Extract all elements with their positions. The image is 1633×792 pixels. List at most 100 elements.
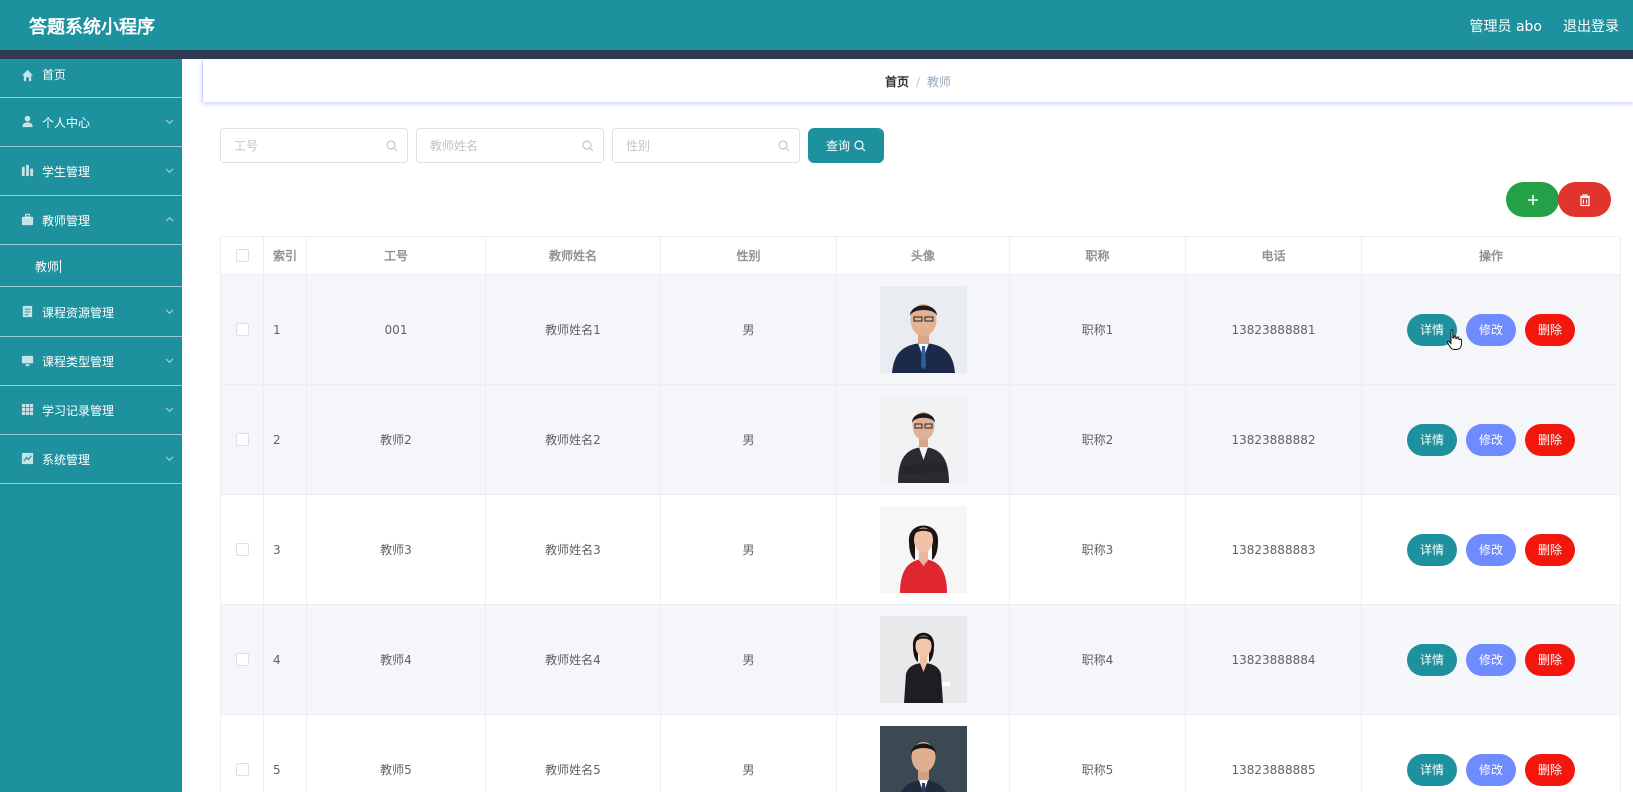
sidebar-item-system[interactable]: 系统管理 (0, 435, 182, 484)
search-field-gender[interactable] (612, 128, 800, 163)
cell-id: 教师4 (307, 605, 486, 714)
avatar[interactable] (879, 616, 967, 703)
header-select-cell (221, 237, 264, 274)
detail-button[interactable]: 详情 (1407, 533, 1457, 566)
teacher-table: 索引 工号 教师姓名 性别 头像 职称 电话 操作 1 001 教师姓名1 男 … (220, 236, 1621, 792)
home-icon (21, 69, 34, 82)
cell-title: 职称1 (1010, 275, 1186, 384)
search-field-id[interactable] (220, 128, 408, 163)
table-row: 4 教师4 教师姓名4 男 职称4 13823888884 详情 修改 删除 (221, 605, 1621, 715)
row-checkbox[interactable] (235, 763, 249, 776)
chart-bar-icon (21, 164, 34, 177)
edit-button[interactable]: 修改 (1466, 753, 1516, 786)
cell-id: 教师3 (307, 495, 486, 604)
row-checkbox[interactable] (235, 433, 249, 446)
delete-button[interactable]: 删除 (1525, 643, 1575, 676)
batch-delete-button[interactable] (1558, 182, 1611, 217)
cell-avatar (837, 385, 1010, 494)
chevron-down-icon (165, 307, 174, 316)
delete-button[interactable]: 删除 (1525, 423, 1575, 456)
cell-id: 001 (307, 275, 486, 384)
trash-icon (1578, 193, 1592, 207)
detail-button[interactable]: 详情 (1407, 423, 1457, 456)
sidebar-item-label: 个人中心 (42, 116, 91, 130)
edit-button[interactable]: 修改 (1466, 643, 1516, 676)
cell-avatar (837, 275, 1010, 384)
edit-button[interactable]: 修改 (1466, 423, 1516, 456)
column-header-id: 工号 (307, 237, 486, 274)
detail-button[interactable]: 详情 (1407, 643, 1457, 676)
breadcrumb-bar: 首页 / 教师 (202, 60, 1633, 102)
chevron-down-icon (165, 166, 174, 175)
sidebar-item-course-resources[interactable]: 课程资源管理 (0, 288, 182, 337)
cell-phone: 13823888882 (1186, 385, 1362, 494)
row-checkbox[interactable] (235, 323, 249, 336)
cell-actions: 详情 修改 删除 (1362, 715, 1621, 792)
row-checkbox[interactable] (235, 653, 249, 666)
breadcrumb-home[interactable]: 首页 (885, 75, 909, 89)
top-bar: 答题系统小程序 管理员 abo 退出登录 (0, 0, 1633, 50)
sidebar-item-students[interactable]: 学生管理 (0, 147, 182, 196)
table-row: 2 教师2 教师姓名2 男 职称2 13823888882 详情 修改 删除 (221, 385, 1621, 495)
grid-icon (21, 403, 34, 416)
select-cell (221, 385, 264, 494)
logout-link[interactable]: 退出登录 (1563, 16, 1619, 36)
select-cell (221, 495, 264, 604)
sidebar-item-label: 首页 (42, 68, 67, 82)
select-all-checkbox[interactable] (235, 249, 249, 262)
cell-actions: 详情 修改 删除 (1362, 495, 1621, 604)
sidebar-item-course-types[interactable]: 课程类型管理 (0, 337, 182, 386)
cell-index: 5 (264, 715, 307, 792)
select-cell (221, 605, 264, 714)
table-header-row: 索引 工号 教师姓名 性别 头像 职称 电话 操作 (221, 237, 1621, 275)
search-input-name[interactable] (417, 129, 577, 162)
cell-index: 2 (264, 385, 307, 494)
chevron-down-icon (165, 356, 174, 365)
text-cursor (60, 260, 62, 273)
avatar[interactable] (879, 286, 967, 373)
sidebar-subitem-label: 教师 (35, 260, 62, 274)
document-icon (21, 305, 34, 318)
delete-button[interactable]: 删除 (1525, 753, 1575, 786)
detail-button[interactable]: 详情 (1407, 753, 1457, 786)
cell-phone: 13823888885 (1186, 715, 1362, 792)
sidebar: 首页 个人中心 学生管理 教师管理 教师 课程资源管理 课程类型管理 学习记录管… (0, 59, 182, 792)
query-button[interactable]: 查询 (808, 128, 884, 163)
row-checkbox[interactable] (235, 543, 249, 556)
cell-gender: 男 (661, 495, 837, 604)
cell-title: 职称4 (1010, 605, 1186, 714)
monitor-icon (21, 354, 34, 367)
sidebar-item-home[interactable]: 首页 (0, 59, 182, 98)
avatar[interactable] (879, 726, 967, 792)
cell-gender: 男 (661, 715, 837, 792)
avatar[interactable] (879, 396, 967, 483)
breadcrumb: 首页 / 教师 (203, 73, 1633, 90)
delete-button[interactable]: 删除 (1525, 313, 1575, 346)
cell-name: 教师姓名1 (486, 275, 661, 384)
system-icon (21, 452, 34, 465)
cell-actions: 详情 修改 删除 (1362, 605, 1621, 714)
search-input-id[interactable] (221, 129, 381, 162)
select-cell (221, 275, 264, 384)
detail-button[interactable]: 详情 (1407, 313, 1457, 346)
sidebar-item-label: 学生管理 (42, 165, 91, 179)
edit-button[interactable]: 修改 (1466, 313, 1516, 346)
sidebar-item-learning-records[interactable]: 学习记录管理 (0, 386, 182, 435)
cell-title: 职称3 (1010, 495, 1186, 604)
cell-index: 3 (264, 495, 307, 604)
sidebar-item-teachers[interactable]: 教师管理 (0, 196, 182, 245)
avatar[interactable] (879, 506, 967, 593)
edit-button[interactable]: 修改 (1466, 533, 1516, 566)
sidebar-subitem-teacher[interactable]: 教师 (0, 245, 182, 287)
sidebar-item-personal[interactable]: 个人中心 (0, 98, 182, 147)
column-header-title: 职称 (1010, 237, 1186, 274)
search-input-gender[interactable] (613, 129, 773, 162)
search-field-name[interactable] (416, 128, 604, 163)
add-button[interactable] (1506, 182, 1559, 217)
app-title: 答题系统小程序 (29, 17, 155, 38)
cell-index: 1 (264, 275, 307, 384)
cell-id: 教师2 (307, 385, 486, 494)
cell-title: 职称2 (1010, 385, 1186, 494)
delete-button[interactable]: 删除 (1525, 533, 1575, 566)
table-row: 1 001 教师姓名1 男 职称1 13823888881 详情 修改 删除 (221, 275, 1621, 385)
